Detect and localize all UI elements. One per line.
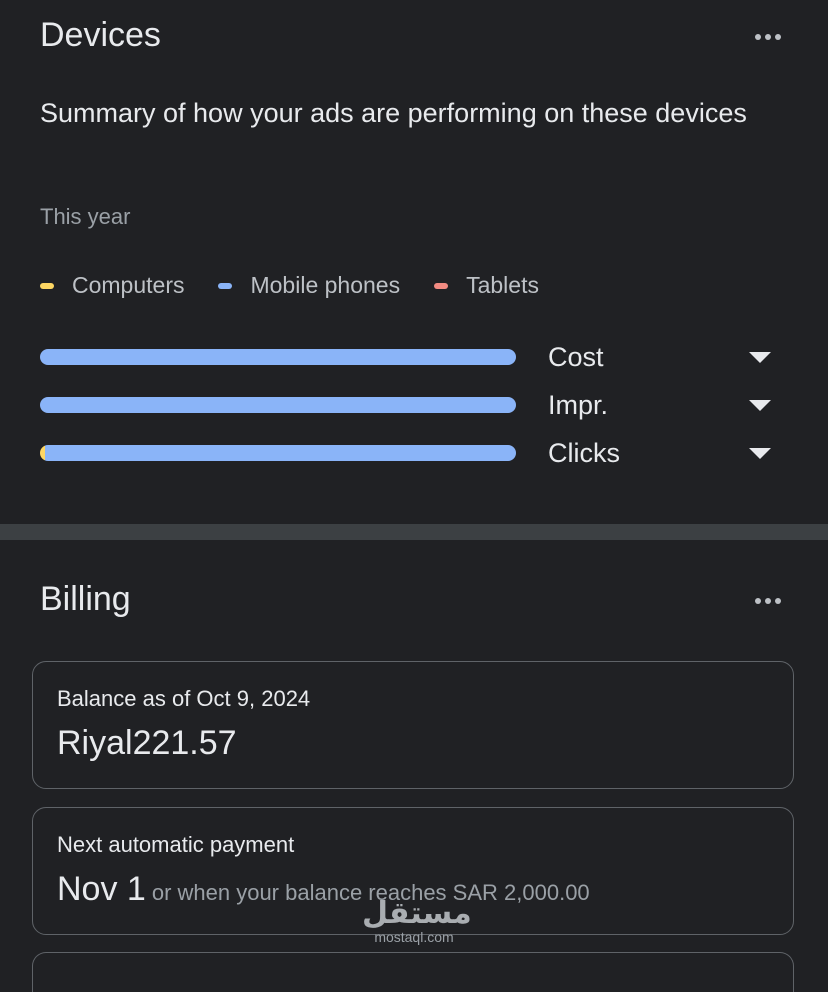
next-payment-caption: Next automatic payment: [57, 832, 295, 857]
section-divider: [0, 524, 828, 540]
caret-down-icon: [749, 399, 771, 411]
more-horizontal-icon: [755, 598, 781, 604]
balance-value: Riyal221.57: [57, 724, 237, 762]
bar-segment-mobile: [40, 397, 516, 413]
watermark-latin: mostaql.com: [374, 929, 454, 945]
metric-dropdown-cost[interactable]: [740, 337, 780, 377]
caret-down-icon: [749, 351, 771, 363]
balance-box[interactable]: Balance as of Oct 9, 2024 Riyal221.57: [32, 661, 794, 789]
billing-more-button[interactable]: [748, 581, 788, 621]
watermark-logo: مستقل mostaql.com: [362, 896, 472, 945]
legend-swatch-computers: [40, 282, 54, 289]
devices-subtitle: Summary of how your ads are performing o…: [40, 98, 747, 128]
legend-item-mobile: Mobile phones: [218, 272, 400, 299]
bar-segment-mobile: [44, 445, 516, 461]
billing-box-partial[interactable]: [32, 952, 794, 992]
legend-label: Mobile phones: [250, 272, 401, 298]
next-payment-value: Nov 1 or when your balance reaches SAR 2,…: [57, 870, 590, 909]
watermark-arabic: مستقل: [362, 896, 472, 931]
next-payment-date: Nov 1: [57, 870, 146, 908]
legend-item-computers: Computers: [40, 272, 184, 299]
more-horizontal-icon: [755, 34, 781, 40]
metric-dropdown-clicks[interactable]: [740, 433, 780, 473]
device-legend: Computers Mobile phones Tablets: [40, 272, 573, 299]
metric-label-impressions: Impr.: [548, 389, 609, 420]
stacked-bar-impressions: [40, 397, 516, 413]
bar-segment-mobile: [40, 349, 516, 365]
date-range-label: This year: [40, 204, 131, 229]
caret-down-icon: [749, 447, 771, 459]
metric-label-cost: Cost: [548, 341, 604, 372]
devices-card: Devices Summary of how your ads are perf…: [0, 0, 828, 524]
legend-label: Computers: [72, 272, 185, 298]
metric-row-clicks: Clicks: [40, 433, 780, 473]
stacked-bar-clicks: [40, 445, 516, 461]
metric-label-clicks: Clicks: [548, 437, 620, 468]
legend-swatch-mobile: [218, 282, 233, 289]
legend-label: Tablets: [466, 272, 539, 298]
billing-title: Billing: [40, 580, 131, 618]
metric-row-impressions: Impr.: [40, 385, 780, 425]
metric-row-cost: Cost: [40, 337, 780, 377]
devices-title: Devices: [40, 16, 161, 54]
devices-more-button[interactable]: [748, 17, 788, 57]
stacked-bar-cost: [40, 349, 516, 365]
legend-item-tablets: Tablets: [434, 272, 539, 299]
metric-dropdown-impressions[interactable]: [740, 385, 780, 425]
balance-caption: Balance as of Oct 9, 2024: [57, 686, 311, 711]
legend-swatch-tablets: [434, 282, 449, 289]
